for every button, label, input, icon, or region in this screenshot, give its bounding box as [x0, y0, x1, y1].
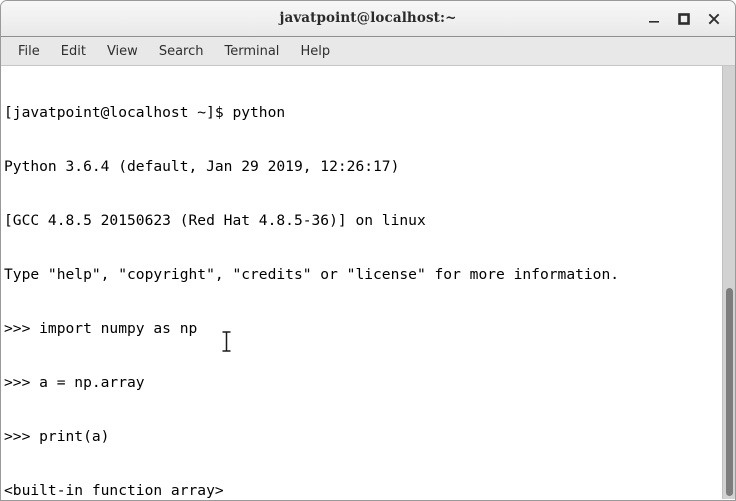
terminal-line: Type "help", "copyright", "credits" or "… — [4, 266, 620, 283]
scrollbar-thumb[interactable] — [726, 288, 733, 496]
terminal-line: Python 3.6.4 (default, Jan 29 2019, 12:2… — [4, 158, 400, 175]
minimize-button[interactable] — [639, 4, 669, 34]
menu-item-search[interactable]: Search — [150, 42, 213, 61]
terminal-line: >>> a = np.array — [4, 374, 145, 391]
close-button[interactable] — [699, 4, 729, 34]
terminal-line: <built-in function array> — [4, 482, 224, 499]
terminal-line: [GCC 4.8.5 20150623 (Red Hat 4.8.5-36)] … — [4, 212, 426, 229]
vertical-scrollbar[interactable] — [722, 66, 735, 499]
menu-item-terminal[interactable]: Terminal — [215, 42, 288, 61]
terminal-line: >>> import numpy as np — [4, 320, 198, 337]
terminal-area: [javatpoint@localhost ~]$ python Python … — [1, 66, 735, 499]
maximize-icon — [678, 12, 690, 25]
terminal-line: [javatpoint@localhost ~]$ python — [4, 104, 286, 121]
menu-item-edit[interactable]: Edit — [52, 42, 95, 61]
minimize-icon — [649, 20, 659, 23]
terminal-window: javatpoint@localhost:~ File Edit View Se… — [0, 0, 736, 501]
maximize-button[interactable] — [669, 4, 699, 34]
menu-bar: File Edit View Search Terminal Help — [1, 37, 735, 66]
window-title: javatpoint@localhost:~ — [279, 10, 457, 26]
menu-item-help[interactable]: Help — [291, 42, 339, 61]
close-icon — [708, 13, 720, 24]
menu-item-file[interactable]: File — [9, 42, 49, 61]
window-controls — [639, 1, 729, 36]
terminal-output[interactable]: [javatpoint@localhost ~]$ python Python … — [1, 66, 721, 499]
menu-item-view[interactable]: View — [98, 42, 147, 61]
terminal-line: >>> print(a) — [4, 428, 110, 445]
title-bar[interactable]: javatpoint@localhost:~ — [1, 1, 735, 37]
